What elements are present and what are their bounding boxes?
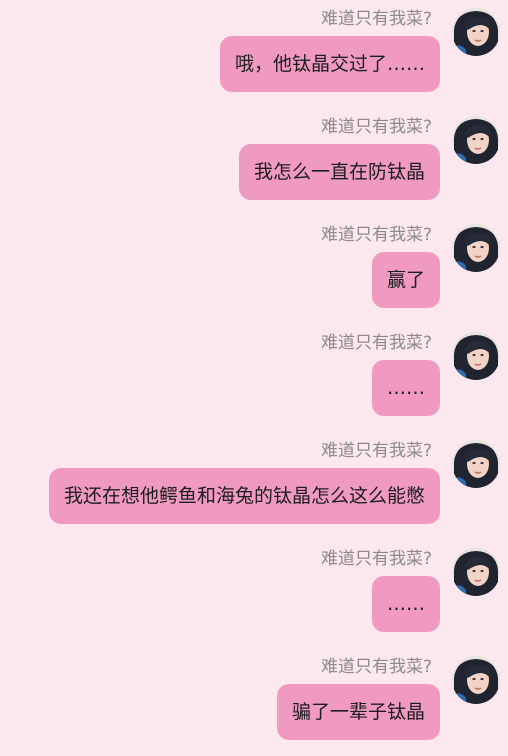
avatar[interactable] <box>452 116 500 164</box>
avatar[interactable] <box>452 332 500 380</box>
sender-name: 难道只有我菜? <box>320 657 432 677</box>
sender-name: 难道只有我菜? <box>320 117 432 137</box>
avatar[interactable] <box>452 224 500 272</box>
avatar[interactable] <box>452 8 500 56</box>
chat-message: 难道只有我菜? 我还在想他鳄鱼和海兔的钛晶怎么这么能憋 <box>0 440 508 540</box>
message-bubble[interactable]: 我怎么一直在防钛晶 <box>238 144 440 200</box>
chat-message: 难道只有我菜? …… <box>0 548 508 648</box>
chat-message: 难道只有我菜? 我怎么一直在防钛晶 <box>0 116 508 216</box>
avatar[interactable] <box>452 656 500 704</box>
chat-message: 难道只有我菜? 赢了 <box>0 224 508 324</box>
person-photo-icon <box>452 440 500 488</box>
person-photo-icon <box>452 332 500 380</box>
message-bubble[interactable]: …… <box>372 576 440 632</box>
avatar[interactable] <box>452 440 500 488</box>
chat-message: 难道只有我菜? 骗了一辈子钛晶 <box>0 656 508 756</box>
message-bubble[interactable]: 我还在想他鳄鱼和海兔的钛晶怎么这么能憋 <box>48 468 440 524</box>
person-photo-icon <box>452 224 500 272</box>
avatar[interactable] <box>452 548 500 596</box>
person-photo-icon <box>452 656 500 704</box>
message-bubble[interactable]: 赢了 <box>371 252 440 308</box>
sender-name: 难道只有我菜? <box>320 441 432 461</box>
person-photo-icon <box>452 548 500 596</box>
person-photo-icon <box>452 8 500 56</box>
chat-message: 难道只有我菜? …… <box>0 332 508 432</box>
message-bubble[interactable]: 骗了一辈子钛晶 <box>276 684 440 740</box>
chat-message-list: 难道只有我菜? 哦，他钛晶交过了…… 难道只有我菜? 我怎么一直在防钛晶 难道只… <box>0 0 508 753</box>
sender-name: 难道只有我菜? <box>320 225 432 245</box>
sender-name: 难道只有我菜? <box>320 549 432 569</box>
person-photo-icon <box>452 116 500 164</box>
message-bubble[interactable]: …… <box>372 360 440 416</box>
sender-name: 难道只有我菜? <box>320 333 432 353</box>
chat-message: 难道只有我菜? 哦，他钛晶交过了…… <box>0 8 508 108</box>
message-bubble[interactable]: 哦，他钛晶交过了…… <box>219 36 440 92</box>
sender-name: 难道只有我菜? <box>320 9 432 29</box>
